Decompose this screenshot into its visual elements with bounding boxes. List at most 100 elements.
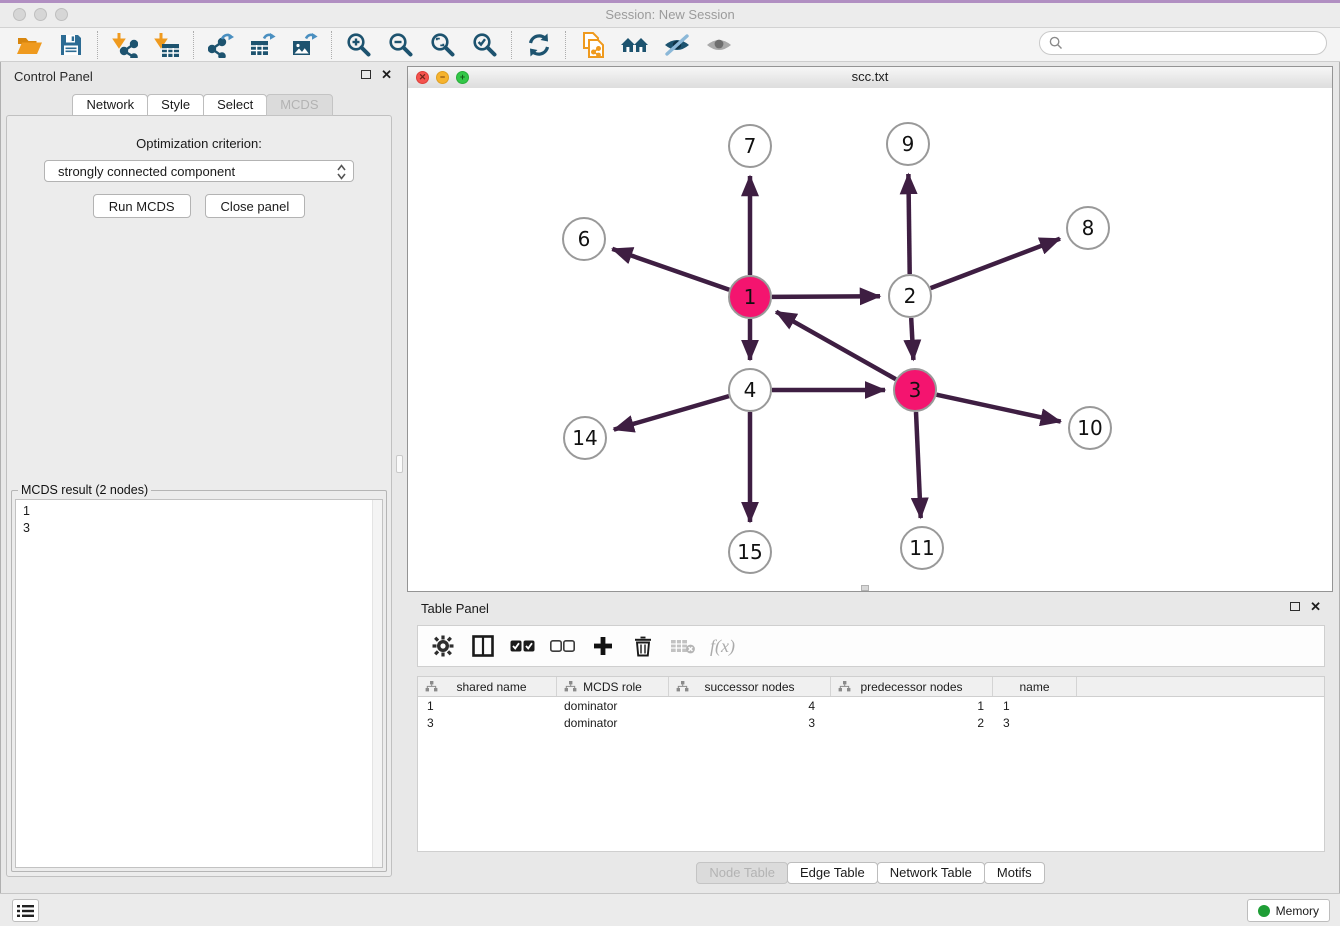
node-table[interactable]: shared name MCDS role successor nodes pr…	[417, 676, 1325, 852]
column-header-successor-nodes[interactable]: successor nodes	[669, 677, 831, 696]
close-table-panel-icon[interactable]: ✕	[1310, 601, 1321, 612]
network-window-title-bar[interactable]: ✕ − + scc.txt	[408, 67, 1332, 89]
duplicate-network-button[interactable]	[572, 30, 614, 60]
table-row[interactable]: 3 dominator 3 2 3	[418, 714, 1324, 731]
graph-node-8[interactable]: 8	[1067, 207, 1109, 249]
export-image-icon	[292, 32, 319, 58]
graph-edge-3-10[interactable]	[937, 395, 1061, 422]
import-network-button[interactable]	[104, 30, 146, 60]
memory-button[interactable]: Memory	[1247, 899, 1330, 922]
cell-predecessor-nodes[interactable]: 1	[831, 699, 993, 713]
first-neighbors-button[interactable]	[614, 30, 656, 60]
zoom-in-button[interactable]	[338, 30, 380, 60]
zoom-out-button[interactable]	[380, 30, 422, 60]
panel-splitter-grip[interactable]	[396, 455, 403, 473]
graph-node-11[interactable]: 11	[901, 527, 943, 569]
tab-network-table[interactable]: Network Table	[877, 862, 985, 884]
graph-node-10[interactable]: 10	[1069, 407, 1111, 449]
task-history-button[interactable]	[12, 899, 39, 922]
select-all-button[interactable]	[510, 633, 536, 659]
export-table-button[interactable]	[242, 30, 284, 60]
hierarchy-icon	[838, 681, 851, 695]
graph-node-15[interactable]: 15	[729, 531, 771, 573]
network-maximize-button[interactable]: +	[456, 71, 469, 84]
network-close-button[interactable]: ✕	[416, 71, 429, 84]
graph-edge-4-14[interactable]	[614, 396, 729, 430]
cell-successor-nodes[interactable]: 4	[669, 699, 831, 713]
graph-node-1[interactable]: 1	[729, 276, 771, 318]
cell-name[interactable]: 3	[993, 716, 1077, 730]
graph-edge-2-9[interactable]	[908, 174, 909, 274]
export-network-button[interactable]	[200, 30, 242, 60]
column-header-shared-name[interactable]: shared name	[418, 677, 557, 696]
maximize-window-button[interactable]	[55, 8, 68, 21]
cell-mcds-role[interactable]: dominator	[557, 699, 669, 713]
graph-node-14[interactable]: 14	[564, 417, 606, 459]
tab-mcds[interactable]: MCDS	[266, 94, 332, 116]
network-graph[interactable]: 7 9 6 8 1 2 4 3 14 10 15 11	[408, 88, 1332, 591]
canvas-splitter-grip[interactable]	[861, 585, 869, 591]
graph-edge-3-1[interactable]	[776, 312, 896, 380]
column-header-predecessor-nodes[interactable]: predecessor nodes	[831, 677, 993, 696]
cell-name[interactable]: 1	[993, 699, 1077, 713]
cell-shared-name[interactable]: 3	[418, 716, 557, 730]
graph-node-2[interactable]: 2	[889, 275, 931, 317]
unselect-all-button[interactable]	[550, 633, 576, 659]
mcds-result-list[interactable]: 1 3	[15, 499, 383, 868]
cell-shared-name[interactable]: 1	[418, 699, 557, 713]
network-minimize-button[interactable]: −	[436, 71, 449, 84]
graph-edge-1-2[interactable]	[772, 296, 880, 297]
import-table-button[interactable]	[146, 30, 188, 60]
save-session-button[interactable]	[50, 30, 92, 60]
cell-successor-nodes[interactable]: 3	[669, 716, 831, 730]
cell-mcds-role[interactable]: dominator	[557, 716, 669, 730]
hide-selected-button[interactable]	[656, 30, 698, 60]
graph-node-3[interactable]: 3	[894, 369, 936, 411]
tab-network[interactable]: Network	[72, 94, 148, 116]
result-scrollbar[interactable]	[372, 500, 382, 867]
graph-node-4[interactable]: 4	[729, 369, 771, 411]
search-input[interactable]	[1068, 35, 1317, 51]
run-mcds-button[interactable]: Run MCDS	[93, 194, 191, 218]
delete-row-button[interactable]	[630, 633, 656, 659]
float-panel-icon[interactable]	[361, 70, 371, 79]
refresh-button[interactable]	[518, 30, 560, 60]
tab-motifs[interactable]: Motifs	[984, 862, 1045, 884]
close-panel-button[interactable]: Close panel	[205, 194, 306, 218]
minimize-window-button[interactable]	[34, 8, 47, 21]
cell-predecessor-nodes[interactable]: 2	[831, 716, 993, 730]
close-panel-icon[interactable]: ✕	[381, 69, 392, 80]
result-node-id: 3	[16, 520, 382, 537]
search-icon	[1049, 36, 1063, 50]
table-row[interactable]: 1 dominator 4 1 1	[418, 697, 1324, 714]
open-session-button[interactable]	[8, 30, 50, 60]
search-field[interactable]	[1039, 31, 1327, 55]
zoom-selected-button[interactable]	[464, 30, 506, 60]
network-canvas[interactable]: 7 9 6 8 1 2 4 3 14 10 15 11	[408, 88, 1332, 591]
add-row-button[interactable]	[590, 633, 616, 659]
graph-edge-3-11[interactable]	[916, 412, 921, 518]
optimization-criterion-select[interactable]: strongly connected component	[44, 160, 354, 182]
close-window-button[interactable]	[13, 8, 26, 21]
svg-text:8: 8	[1082, 216, 1095, 240]
show-all-button[interactable]	[698, 30, 740, 60]
export-image-button[interactable]	[284, 30, 326, 60]
tab-node-table[interactable]: Node Table	[696, 862, 788, 884]
tab-edge-table[interactable]: Edge Table	[787, 862, 878, 884]
graph-node-9[interactable]: 9	[887, 123, 929, 165]
column-header-name[interactable]: name	[993, 677, 1077, 696]
graph-edge-2-8[interactable]	[931, 239, 1060, 288]
float-table-panel-icon[interactable]	[1290, 602, 1300, 611]
graph-edge-2-3[interactable]	[911, 318, 913, 360]
show-column-button[interactable]	[470, 633, 496, 659]
network-view-window: ✕ − + scc.txt 7 9 6 8 1 2 4 3 14 10 15 11	[407, 66, 1333, 592]
tab-style[interactable]: Style	[147, 94, 204, 116]
tab-select[interactable]: Select	[203, 94, 267, 116]
graph-node-7[interactable]: 7	[729, 125, 771, 167]
zoom-fit-button[interactable]	[422, 30, 464, 60]
graph-edge-1-6[interactable]	[612, 249, 729, 290]
graph-node-6[interactable]: 6	[563, 218, 605, 260]
duplicate-network-icon	[580, 31, 606, 59]
column-header-mcds-role[interactable]: MCDS role	[557, 677, 669, 696]
table-settings-button[interactable]	[430, 633, 456, 659]
